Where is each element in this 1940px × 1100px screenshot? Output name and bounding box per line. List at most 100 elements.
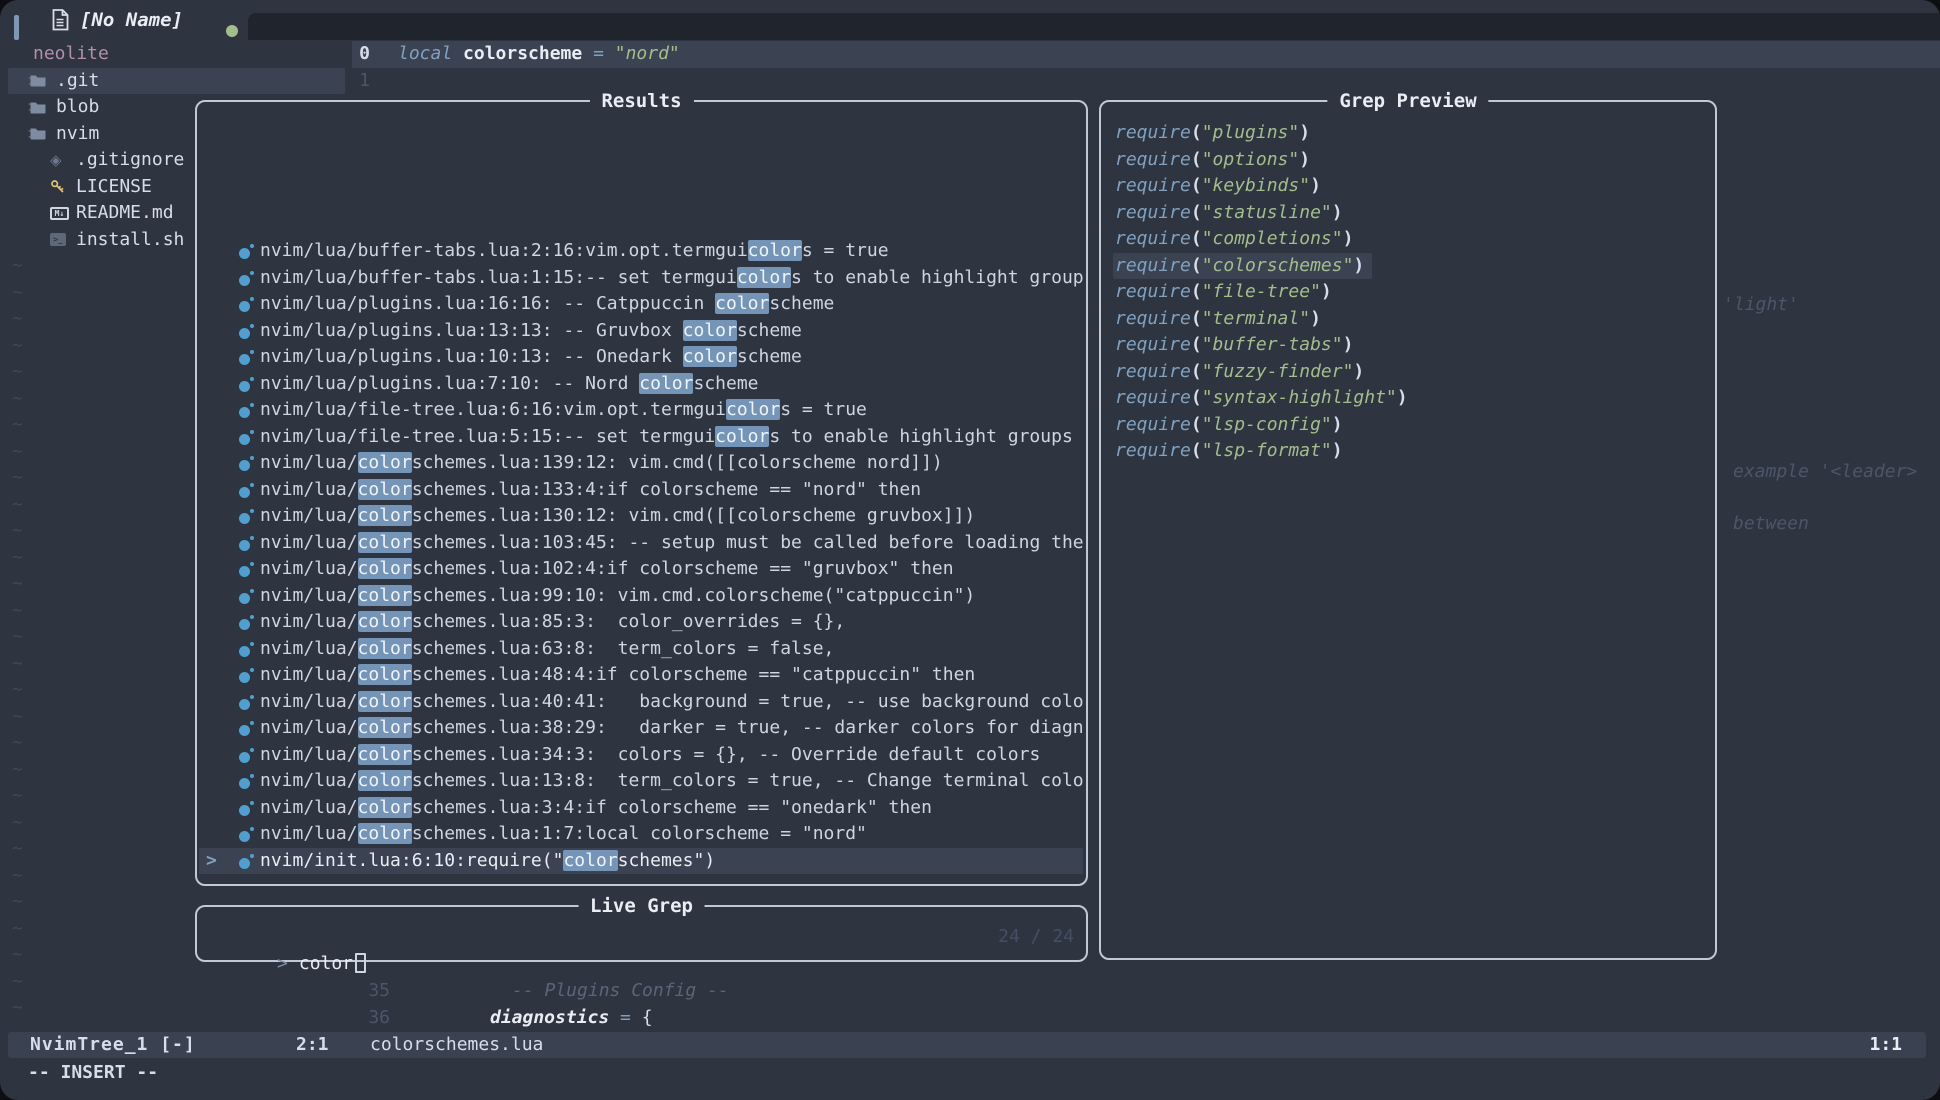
line-number: 36 xyxy=(368,1005,390,1032)
preview-line: require("buffer-tabs") xyxy=(1103,332,1713,359)
result-row[interactable]: nvim/lua/colorschemes.lua:48:4:if colors… xyxy=(199,662,1083,689)
tree-item-label: install.sh xyxy=(76,227,184,254)
result-row[interactable]: nvim/lua/plugins.lua:16:16: -- Catppucci… xyxy=(199,291,1083,318)
empty-line-tilde: ~ xyxy=(12,439,23,466)
result-row[interactable]: nvim/lua/colorschemes.lua:99:10: vim.cmd… xyxy=(199,583,1083,610)
keyword-token: require xyxy=(1115,255,1191,276)
lua-file-icon xyxy=(239,615,254,630)
result-row[interactable]: nvim/lua/file-tree.lua:6:16:vim.opt.term… xyxy=(199,397,1083,424)
result-text: nvim/lua/colorschemes.lua:102:4:if color… xyxy=(260,556,954,583)
tree-item-label: README.md xyxy=(76,200,174,227)
empty-line-tilde: ~ xyxy=(12,598,23,625)
match-highlight: color xyxy=(358,638,412,659)
match-highlight: color xyxy=(748,240,802,261)
lua-file-icon xyxy=(239,297,254,312)
match-highlight: color xyxy=(358,691,412,712)
result-row[interactable]: nvim/lua/buffer-tabs.lua:2:16:vim.opt.te… xyxy=(199,238,1083,265)
results-panel: Results nvim/lua/buffer-tabs.lua:2:16:vi… xyxy=(195,100,1088,886)
result-row[interactable]: nvim/lua/colorschemes.lua:40:41: backgro… xyxy=(199,689,1083,716)
key-icon xyxy=(50,179,76,195)
keyword-token: require xyxy=(1115,281,1191,302)
match-highlight: color xyxy=(358,797,412,818)
result-row[interactable]: nvim/lua/colorschemes.lua:85:3: color_ov… xyxy=(199,609,1083,636)
result-text: nvim/lua/colorschemes.lua:130:12: vim.cm… xyxy=(260,503,975,530)
lua-file-icon xyxy=(239,509,254,524)
paren-token: ( xyxy=(1191,175,1202,196)
result-row[interactable]: >nvim/init.lua:6:10:require("colorscheme… xyxy=(199,848,1083,875)
result-text: nvim/lua/colorschemes.lua:99:10: vim.cmd… xyxy=(260,583,975,610)
lua-file-icon xyxy=(239,774,254,789)
preview-line: require("keybinds") xyxy=(1103,173,1713,200)
result-row[interactable]: nvim/lua/colorschemes.lua:3:4:if colorsc… xyxy=(199,795,1083,822)
keyword-token: require xyxy=(1115,149,1191,170)
match-highlight: color xyxy=(358,452,412,473)
result-row[interactable]: nvim/lua/colorschemes.lua:1:7:local colo… xyxy=(199,821,1083,848)
tree-root-label[interactable]: neolite xyxy=(0,41,352,68)
result-row[interactable]: nvim/lua/colorschemes.lua:130:12: vim.cm… xyxy=(199,503,1083,530)
preview-line: require("file-tree") xyxy=(1103,279,1713,306)
result-row[interactable]: nvim/lua/colorschemes.lua:133:4:if color… xyxy=(199,477,1083,504)
code-line: diagnostics={ xyxy=(490,1005,653,1032)
folder-icon xyxy=(30,127,56,140)
buffer-tab[interactable]: [No Name] xyxy=(80,0,183,40)
search-input[interactable]: >color xyxy=(197,924,1086,951)
result-text: nvim/lua/plugins.lua:16:16: -- Catppucci… xyxy=(260,291,834,318)
lua-file-icon xyxy=(239,589,254,604)
results-title: Results xyxy=(589,87,693,115)
grep-preview-panel: Grep Preview require("plugins")require("… xyxy=(1099,100,1717,960)
paren-token: ) xyxy=(1310,308,1321,329)
preview-line: require("terminal") xyxy=(1103,306,1713,333)
comment-token: -- Plugins Config -- xyxy=(512,978,729,1005)
paren-token: ( xyxy=(1191,414,1202,435)
result-text: nvim/lua/colorschemes.lua:3:4:if colorsc… xyxy=(260,795,932,822)
match-highlight: color xyxy=(358,532,412,553)
text-cursor xyxy=(355,953,366,973)
empty-buffer-tildes: ~~~~~~~~~~~~~~~~~~~~~~~~~~~~~ xyxy=(12,253,23,1022)
match-highlight: color xyxy=(358,611,412,632)
match-highlight: color xyxy=(358,823,412,844)
preview-line: require("fuzzy-finder") xyxy=(1103,359,1713,386)
empty-line-tilde: ~ xyxy=(12,836,23,863)
chevron-right-icon: > xyxy=(8,94,30,121)
result-row[interactable]: nvim/lua/colorschemes.lua:103:45: -- set… xyxy=(199,530,1083,557)
empty-line-tilde: ~ xyxy=(12,889,23,916)
result-text: nvim/lua/colorschemes.lua:85:3: color_ov… xyxy=(260,609,845,636)
lua-file-icon xyxy=(239,642,254,657)
empty-line-tilde: ~ xyxy=(12,704,23,731)
result-row[interactable]: nvim/lua/colorschemes.lua:34:3: colors =… xyxy=(199,742,1083,769)
empty-line-tilde: ~ xyxy=(12,757,23,784)
string-token: "lsp-format" xyxy=(1202,440,1332,461)
result-row[interactable]: nvim/lua/buffer-tabs.lua:1:15:-- set ter… xyxy=(199,265,1083,292)
paren-token: ( xyxy=(1191,440,1202,461)
result-row[interactable]: nvim/lua/file-tree.lua:5:15:-- set termg… xyxy=(199,424,1083,451)
paren-token: ) xyxy=(1332,202,1343,223)
match-highlight: color xyxy=(639,373,693,394)
result-row[interactable]: nvim/lua/plugins.lua:7:10: -- Nord color… xyxy=(199,371,1083,398)
result-row[interactable]: nvim/lua/colorschemes.lua:139:12: vim.cm… xyxy=(199,450,1083,477)
result-text: nvim/lua/colorschemes.lua:103:45: -- set… xyxy=(260,530,1083,557)
result-row[interactable]: nvim/lua/colorschemes.lua:102:4:if color… xyxy=(199,556,1083,583)
match-highlight: color xyxy=(715,293,769,314)
empty-line-tilde: ~ xyxy=(12,624,23,651)
match-highlight: color xyxy=(358,585,412,606)
tree-item-.git[interactable]: >.git xyxy=(8,68,345,95)
result-text: nvim/init.lua:6:10:require("colorschemes… xyxy=(260,848,715,875)
result-row[interactable]: nvim/lua/colorschemes.lua:38:29: darker … xyxy=(199,715,1083,742)
match-highlight: color xyxy=(358,770,412,791)
lua-file-icon xyxy=(239,271,254,286)
result-row[interactable]: nvim/lua/colorschemes.lua:13:8: term_col… xyxy=(199,768,1083,795)
preview-line: require("lsp-format") xyxy=(1103,438,1713,465)
paren-token: ) xyxy=(1353,255,1364,276)
string-token: "buffer-tabs" xyxy=(1202,334,1343,355)
result-row[interactable]: nvim/lua/plugins.lua:13:13: -- Gruvbox c… xyxy=(199,318,1083,345)
string-token: "completions" xyxy=(1202,228,1343,249)
result-row[interactable]: nvim/lua/plugins.lua:10:13: -- Onedark c… xyxy=(199,344,1083,371)
markdown-icon: M↓ xyxy=(50,207,76,220)
result-row[interactable]: nvim/lua/colorschemes.lua:63:8: term_col… xyxy=(199,636,1083,663)
empty-line-tilde: ~ xyxy=(12,359,23,386)
paren-token: ) xyxy=(1299,149,1310,170)
result-text: nvim/lua/plugins.lua:10:13: -- Onedark c… xyxy=(260,344,802,371)
statusline-cursor-position: 2:1 xyxy=(296,1032,329,1058)
match-highlight: color xyxy=(358,505,412,526)
terminal-icon: >_ xyxy=(50,233,76,246)
